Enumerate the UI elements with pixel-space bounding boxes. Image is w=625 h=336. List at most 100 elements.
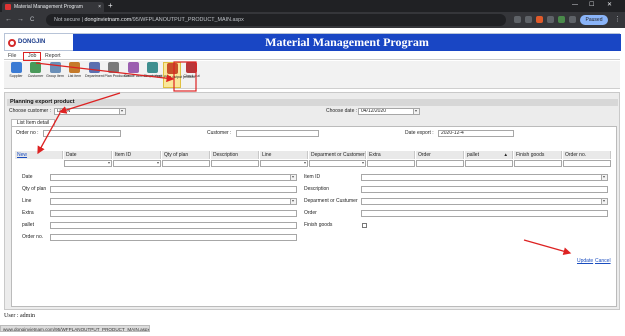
toolbar-icon bbox=[49, 62, 61, 73]
extension-icon[interactable] bbox=[547, 16, 554, 23]
date-export-input[interactable]: 2020-12-4 bbox=[438, 130, 514, 137]
edit-line-label: Line bbox=[22, 198, 32, 204]
edit-order-no-label: Order no. bbox=[22, 234, 44, 240]
toolbar-button-label: Supplier bbox=[9, 74, 23, 78]
menu-report[interactable]: Report bbox=[45, 53, 61, 60]
window-close-icon[interactable]: ✕ bbox=[607, 0, 612, 11]
col-header-pallet[interactable]: pallet ▲ bbox=[465, 151, 513, 159]
logo-text: DONGJIN bbox=[18, 39, 46, 45]
cancel-link[interactable]: Cancel bbox=[595, 258, 611, 265]
toolbar-button-check-out[interactable]: Check out bbox=[183, 62, 201, 88]
col-header-department[interactable]: Deparment or Customer bbox=[309, 151, 366, 159]
toolbar-button-customer[interactable]: Customer bbox=[27, 62, 45, 88]
toolbar-button-supplier[interactable]: Supplier bbox=[7, 62, 25, 88]
logo-mark-icon bbox=[8, 39, 16, 47]
finish-goods-checkbox[interactable] bbox=[362, 223, 367, 228]
edit-department-label: Deparment or Custumer bbox=[304, 198, 358, 204]
filter-qty-of-plan[interactable] bbox=[162, 160, 210, 167]
order-no-input[interactable] bbox=[43, 130, 121, 137]
toolbar-icon bbox=[186, 62, 197, 73]
edit-description-input[interactable] bbox=[361, 186, 608, 193]
tab-list-item-detail[interactable]: List Item detail bbox=[11, 119, 55, 126]
filter-description[interactable] bbox=[211, 160, 259, 167]
star-icon[interactable] bbox=[525, 16, 532, 23]
filter-item-id[interactable] bbox=[113, 160, 161, 167]
reload-icon[interactable]: C bbox=[30, 12, 34, 28]
url-field[interactable]: Not secure | donginvietnam.com/95/WFPLAN… bbox=[46, 14, 506, 26]
maximize-icon[interactable]: ☐ bbox=[589, 0, 594, 11]
edit-date-select[interactable] bbox=[50, 174, 297, 181]
url-path: /95/WFPLANOUTPUT_PRODUCT_MAIN.aspx bbox=[131, 17, 244, 23]
col-header-finish-goods[interactable]: Finish goods bbox=[514, 151, 562, 159]
user-line: User : admin bbox=[4, 313, 35, 319]
customer-select[interactable]: DJVN bbox=[54, 108, 126, 115]
col-header-order-no[interactable]: Order no. bbox=[563, 151, 611, 159]
col-header-order[interactable]: Order bbox=[416, 151, 464, 159]
browser-menu-icon[interactable]: ⋮ bbox=[614, 12, 621, 28]
edit-item-id-select[interactable] bbox=[361, 174, 608, 181]
edit-order-no-input[interactable] bbox=[50, 234, 297, 241]
customer-input[interactable] bbox=[236, 130, 319, 137]
back-icon[interactable]: ← bbox=[5, 12, 12, 28]
toolbar-button-create-label-for-product[interactable]: Create label for product bbox=[124, 62, 162, 88]
col-header-line[interactable]: Line bbox=[260, 151, 308, 159]
col-header-date[interactable]: Date bbox=[64, 151, 112, 159]
choose-customer-label: Choose customer : bbox=[9, 108, 51, 114]
extension-icon[interactable] bbox=[536, 16, 543, 23]
forward-icon[interactable]: → bbox=[17, 12, 24, 28]
extension-icon[interactable] bbox=[558, 16, 565, 23]
browser-tab[interactable]: Material Management Program × bbox=[2, 2, 104, 12]
minimize-icon[interactable]: — bbox=[572, 0, 578, 11]
filter-order-no[interactable] bbox=[563, 160, 611, 167]
edit-line-select[interactable] bbox=[50, 198, 297, 205]
toolbar-button-label: Create label for product bbox=[124, 74, 162, 78]
edit-extra-input[interactable] bbox=[50, 210, 297, 217]
filter-order[interactable] bbox=[416, 160, 464, 167]
toolbar-button-label: Plan output product bbox=[164, 75, 196, 79]
filter-finish-goods[interactable] bbox=[514, 160, 562, 167]
toolbar-button-check-input[interactable]: Check input bbox=[144, 62, 162, 88]
edit-item-id-label: Item ID bbox=[304, 174, 321, 180]
toolbar-icon bbox=[147, 62, 158, 73]
profile-button[interactable]: Paused bbox=[580, 15, 608, 25]
toolbar-icon bbox=[108, 62, 119, 73]
app-title: Material Management Program bbox=[73, 34, 621, 51]
toolbar-button-plan-output-product[interactable]: Plan output product bbox=[163, 62, 196, 88]
new-tab-button[interactable]: + bbox=[108, 1, 113, 11]
filter-department[interactable] bbox=[309, 160, 366, 167]
toolbar-button-plan-production[interactable]: Plan Production bbox=[105, 62, 130, 88]
filter-line[interactable] bbox=[260, 160, 308, 167]
sort-ascending-icon[interactable]: ▲ bbox=[504, 151, 508, 159]
edit-department-select[interactable] bbox=[361, 198, 608, 205]
page: DONGJIN Material Management Program File… bbox=[0, 28, 625, 330]
new-link[interactable]: New bbox=[15, 151, 63, 159]
customer-label: Customer : bbox=[207, 130, 232, 136]
tab-close-icon[interactable]: × bbox=[98, 2, 101, 12]
col-header-description[interactable]: Description bbox=[211, 151, 259, 159]
toolbar-button-group-item[interactable]: Group item bbox=[46, 62, 64, 88]
toolbar-button-list-item[interactable]: List item bbox=[66, 62, 84, 88]
date-select[interactable]: 04/12/2020 bbox=[358, 108, 420, 115]
col-header-item-id[interactable]: Item ID bbox=[113, 151, 161, 159]
content-area: Planning export product Choose customer … bbox=[4, 92, 620, 310]
edit-order-input[interactable] bbox=[361, 210, 608, 217]
favicon-icon bbox=[5, 4, 11, 10]
chevron-down-icon bbox=[601, 199, 607, 204]
key-icon[interactable] bbox=[514, 16, 521, 23]
col-header-extra[interactable]: Extra bbox=[367, 151, 415, 159]
puzzle-icon[interactable] bbox=[569, 16, 576, 23]
chevron-down-icon bbox=[601, 175, 607, 180]
toolbar-button-label: Department bbox=[85, 74, 104, 78]
update-link[interactable]: Update bbox=[577, 258, 593, 265]
edit-pallet-input[interactable] bbox=[50, 222, 297, 229]
col-header-qty-of-plan[interactable]: Qty of plan bbox=[162, 151, 210, 159]
toolbar-button-department[interactable]: Department bbox=[85, 62, 104, 88]
security-indicator[interactable]: Not secure bbox=[54, 17, 80, 23]
filter-extra[interactable] bbox=[367, 160, 415, 167]
filter-pallet[interactable] bbox=[465, 160, 513, 167]
edit-qty-input[interactable] bbox=[50, 186, 297, 193]
filter-date[interactable] bbox=[64, 160, 112, 167]
edit-description-label: Description bbox=[304, 186, 330, 192]
toolbar-button-label: Group item bbox=[46, 74, 64, 78]
menu-file[interactable]: File bbox=[8, 53, 16, 60]
